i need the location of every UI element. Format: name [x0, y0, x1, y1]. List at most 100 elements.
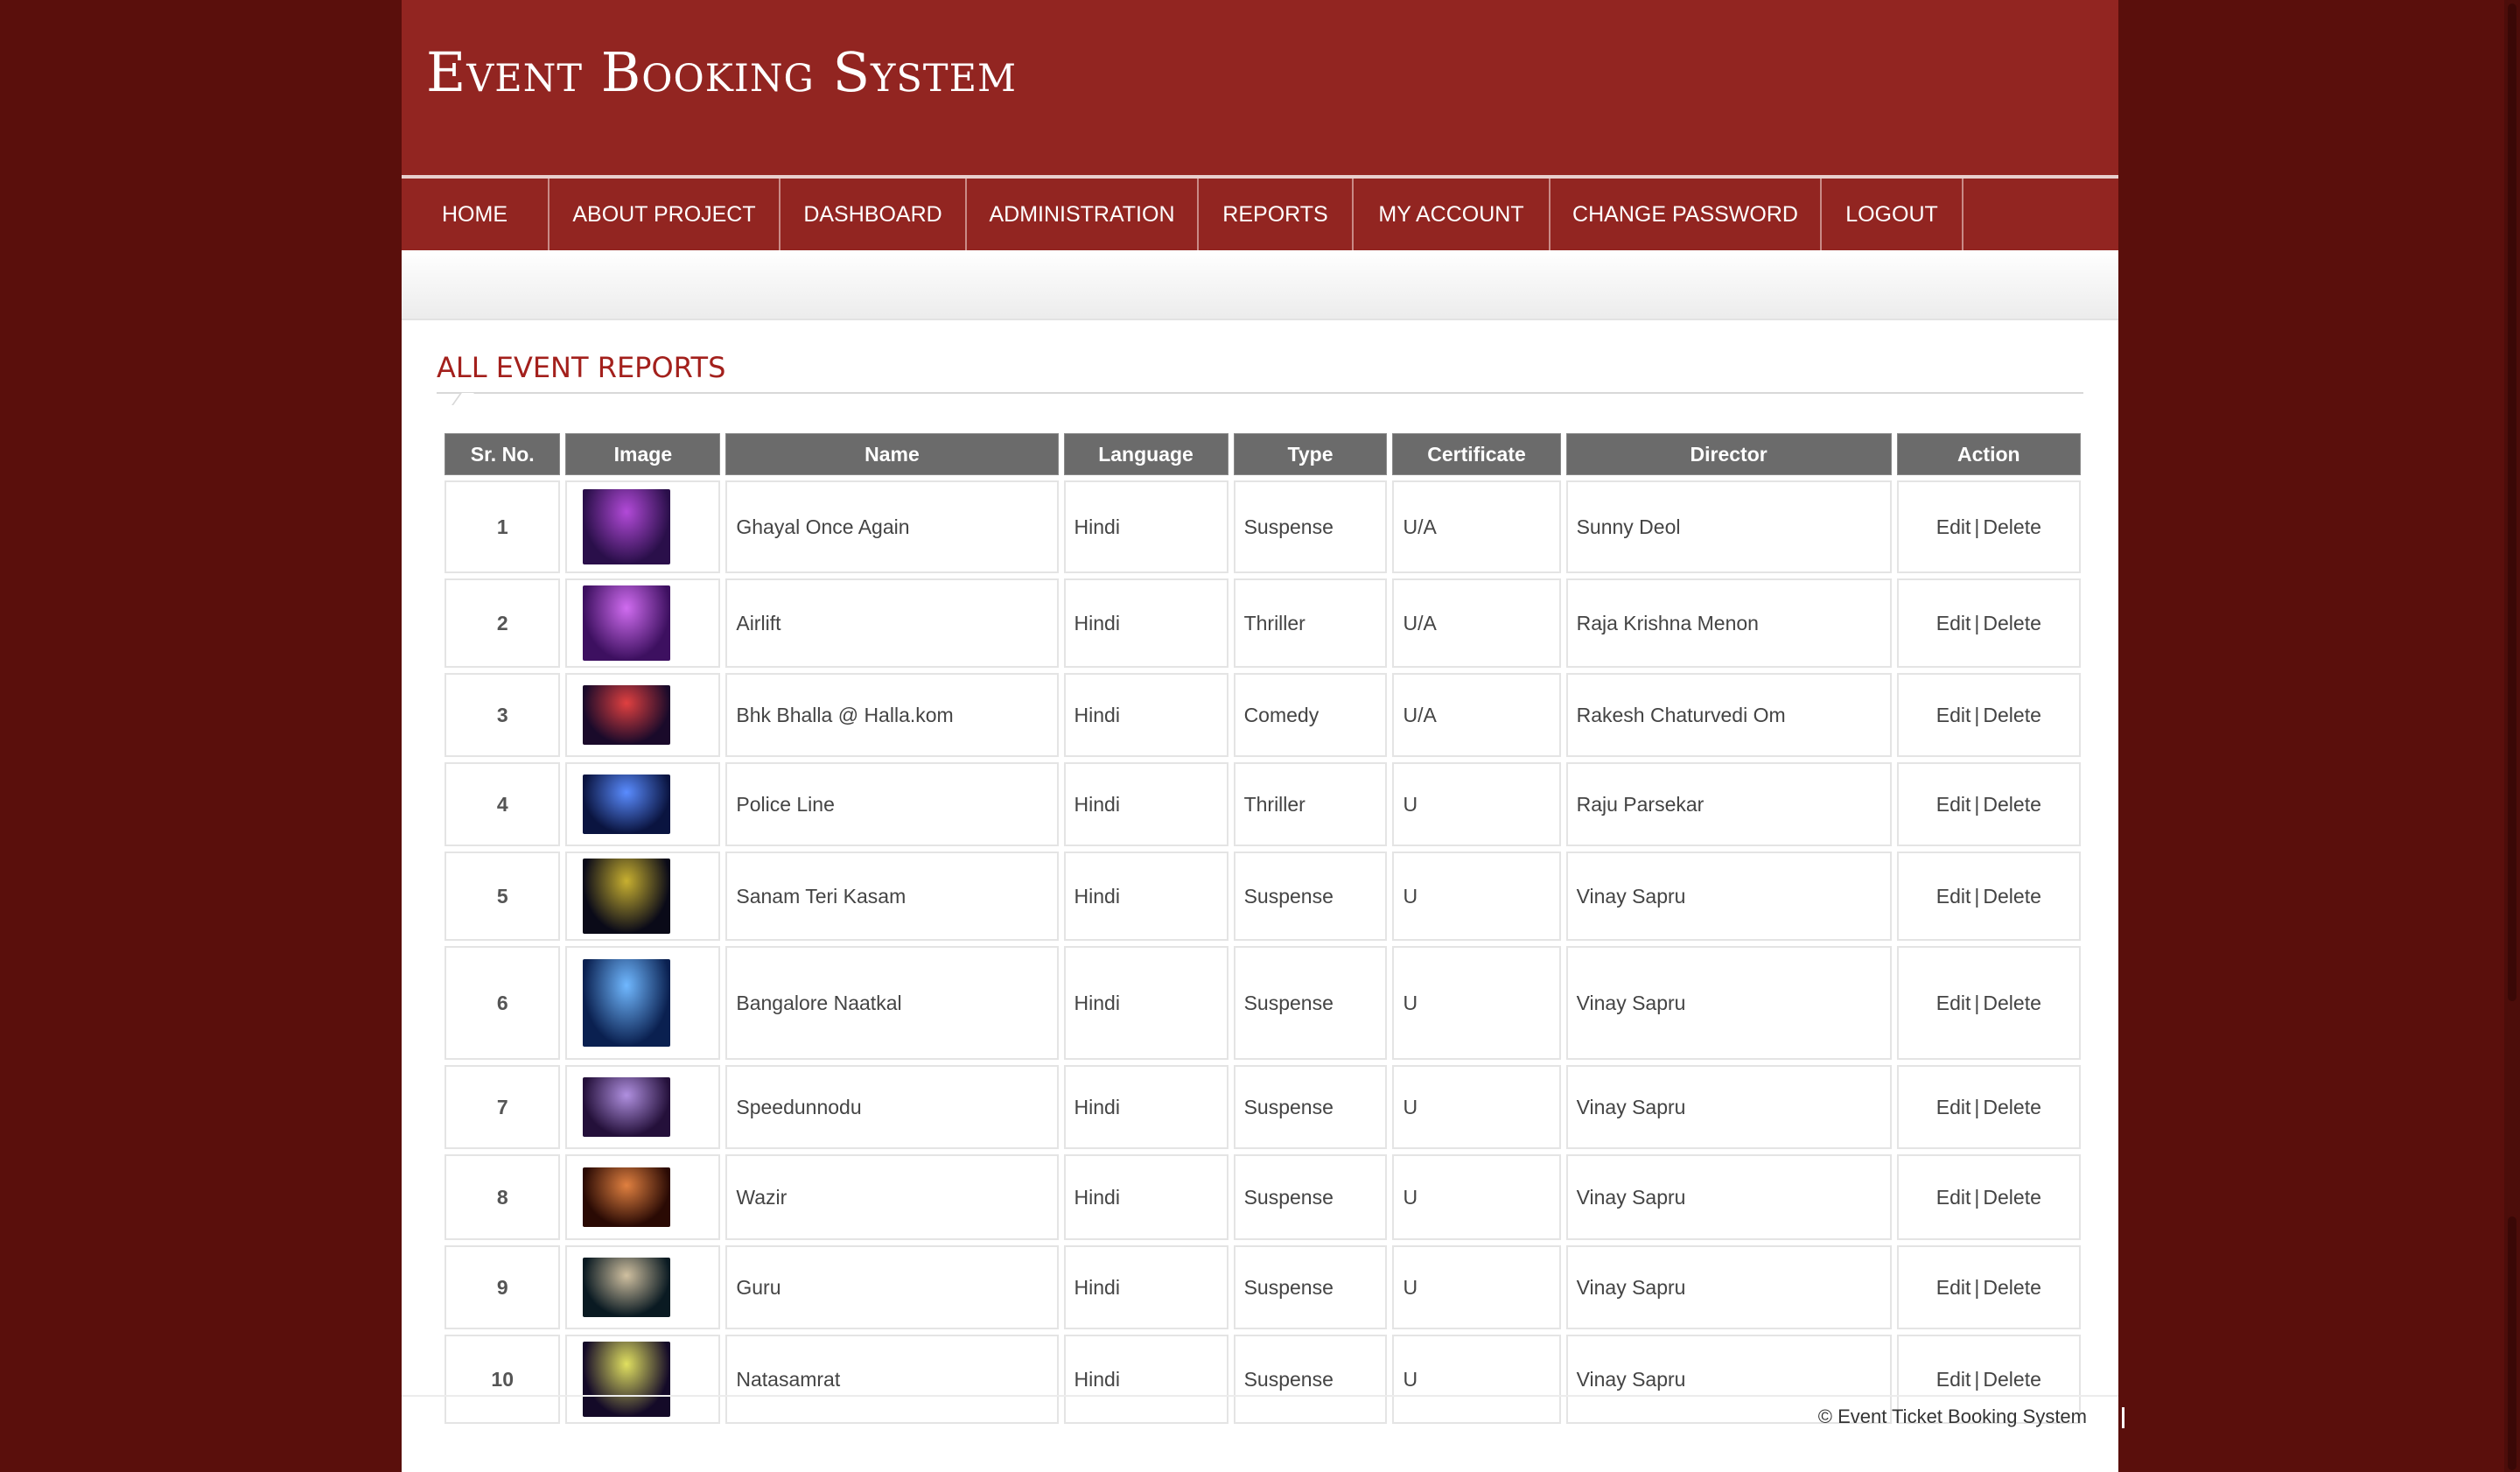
header-name[interactable]: Name	[725, 433, 1059, 475]
cell-image	[565, 1154, 721, 1240]
edit-link[interactable]: Edit	[1936, 793, 1971, 816]
edit-link[interactable]: Edit	[1936, 1276, 1971, 1299]
table-header-row: Sr. No. Image Name Language Type Certifi…	[444, 433, 2081, 475]
event-thumbnail-image	[583, 685, 671, 745]
cell-name: Natasamrat	[725, 1335, 1059, 1424]
cell-language: Hindi	[1063, 480, 1228, 573]
nav-about-project[interactable]: ABOUT PROJECT	[550, 179, 780, 250]
edit-link[interactable]: Edit	[1936, 992, 1971, 1014]
delete-link[interactable]: Delete	[1983, 1276, 2040, 1299]
cell-language: Hindi	[1063, 762, 1228, 846]
cell-certificate: U	[1392, 1154, 1561, 1240]
sub-header-bar	[402, 250, 2118, 320]
event-thumbnail-image	[583, 859, 671, 934]
cell-director: Vinay Sapru	[1565, 1245, 1892, 1329]
table-row: 8 Wazir Hindi Suspense U Vinay Sapru Edit | Dele…	[444, 1154, 2081, 1240]
table-row: 2 Airlift Hindi Thriller U/A Raja Krishna Men…	[444, 578, 2081, 668]
edit-link[interactable]: Edit	[1936, 704, 1971, 726]
cell-name: Sanam Teri Kasam	[725, 852, 1059, 941]
cell-certificate: U	[1392, 1245, 1561, 1329]
section-title-notch	[452, 393, 474, 405]
cell-image	[565, 762, 721, 846]
cell-director: Raja Krishna Menon	[1565, 578, 1892, 668]
nav-home[interactable]: HOME	[402, 179, 550, 250]
delete-link[interactable]: Delete	[1983, 793, 2040, 816]
cell-action: Edit | Delete	[1896, 1154, 2081, 1240]
action-separator: |	[1974, 1275, 1980, 1299]
cell-image	[565, 480, 721, 573]
cell-action: Edit | Delete	[1896, 852, 2081, 941]
delete-link[interactable]: Delete	[1983, 1368, 2040, 1391]
cell-director: Vinay Sapru	[1565, 1065, 1892, 1149]
nav-dashboard[interactable]: DASHBOARD	[780, 179, 967, 250]
action-separator: |	[1974, 515, 1980, 538]
delete-link[interactable]: Delete	[1983, 1096, 2040, 1118]
event-thumbnail-image	[583, 585, 671, 661]
cell-certificate: U	[1392, 1065, 1561, 1149]
delete-link[interactable]: Delete	[1983, 704, 2040, 726]
edit-link[interactable]: Edit	[1936, 885, 1971, 908]
cell-action: Edit | Delete	[1896, 1245, 2081, 1329]
edit-link[interactable]: Edit	[1936, 1096, 1971, 1118]
cell-type: Suspense	[1233, 852, 1388, 941]
cell-certificate: U/A	[1392, 673, 1561, 757]
delete-link[interactable]: Delete	[1983, 515, 2040, 538]
cell-type: Thriller	[1233, 762, 1388, 846]
nav-reports[interactable]: REPORTS	[1199, 179, 1354, 250]
cell-language: Hindi	[1063, 1065, 1228, 1149]
delete-link[interactable]: Delete	[1983, 885, 2040, 908]
cell-director: Vinay Sapru	[1565, 946, 1892, 1060]
cell-certificate: U	[1392, 852, 1561, 941]
cell-certificate: U	[1392, 946, 1561, 1060]
cell-type: Suspense	[1233, 1154, 1388, 1240]
action-separator: |	[1974, 611, 1980, 634]
table-row: 9 Guru Hindi Suspense U Vinay Sapru Edit | Delet…	[444, 1245, 2081, 1329]
cell-image	[565, 578, 721, 668]
header-type[interactable]: Type	[1233, 433, 1388, 475]
delete-link[interactable]: Delete	[1983, 992, 2040, 1014]
delete-link[interactable]: Delete	[1983, 1186, 2040, 1209]
event-thumbnail-image	[583, 1077, 671, 1137]
event-thumbnail-image	[583, 1342, 671, 1417]
edit-link[interactable]: Edit	[1936, 1186, 1971, 1209]
cell-type: Thriller	[1233, 578, 1388, 668]
cell-action: Edit | Delete	[1896, 673, 2081, 757]
main-navigation: HOME ABOUT PROJECT DASHBOARD ADMINISTRAT…	[402, 179, 2118, 250]
edit-link[interactable]: Edit	[1936, 1368, 1971, 1391]
cell-image	[565, 852, 721, 941]
nav-change-password[interactable]: CHANGE PASSWORD	[1550, 179, 1822, 250]
page-container: Event Booking System HOME ABOUT PROJECT …	[402, 0, 2118, 1472]
header-action[interactable]: Action	[1896, 433, 2081, 475]
footer-divider	[402, 1395, 2118, 1397]
cell-director: Vinay Sapru	[1565, 852, 1892, 941]
nav-administration[interactable]: ADMINISTRATION	[967, 179, 1199, 250]
cell-image	[565, 1335, 721, 1424]
scrollbar-thumb[interactable]	[2508, 4, 2516, 1001]
header-director[interactable]: Director	[1565, 433, 1892, 475]
cell-sr-no: 5	[444, 852, 561, 941]
header-language[interactable]: Language	[1063, 433, 1228, 475]
cell-sr-no: 1	[444, 480, 561, 573]
header-sr-no[interactable]: Sr. No.	[444, 433, 561, 475]
event-reports-table: Sr. No. Image Name Language Type Certifi…	[439, 428, 2086, 1429]
scrollbar-thumb-lower[interactable]	[2508, 1216, 2516, 1470]
cell-type: Suspense	[1233, 1335, 1388, 1424]
event-thumbnail-image	[583, 489, 671, 564]
header-certificate[interactable]: Certificate	[1392, 433, 1561, 475]
cell-language: Hindi	[1063, 1154, 1228, 1240]
event-thumbnail-image	[583, 1167, 671, 1227]
cell-image	[565, 673, 721, 757]
edit-link[interactable]: Edit	[1936, 612, 1971, 634]
cell-type: Suspense	[1233, 1245, 1388, 1329]
cell-type: Suspense	[1233, 1065, 1388, 1149]
cell-name: Bhk Bhalla @ Halla.kom	[725, 673, 1059, 757]
cell-director: Rakesh Chaturvedi Om	[1565, 673, 1892, 757]
edit-link[interactable]: Edit	[1936, 515, 1971, 538]
cell-action: Edit | Delete	[1896, 480, 2081, 573]
cell-image	[565, 1065, 721, 1149]
section-title: ALL EVENT REPORTS	[437, 351, 726, 384]
nav-logout[interactable]: LOGOUT	[1822, 179, 1964, 250]
header-image[interactable]: Image	[565, 433, 721, 475]
nav-my-account[interactable]: MY ACCOUNT	[1354, 179, 1550, 250]
delete-link[interactable]: Delete	[1983, 612, 2040, 634]
